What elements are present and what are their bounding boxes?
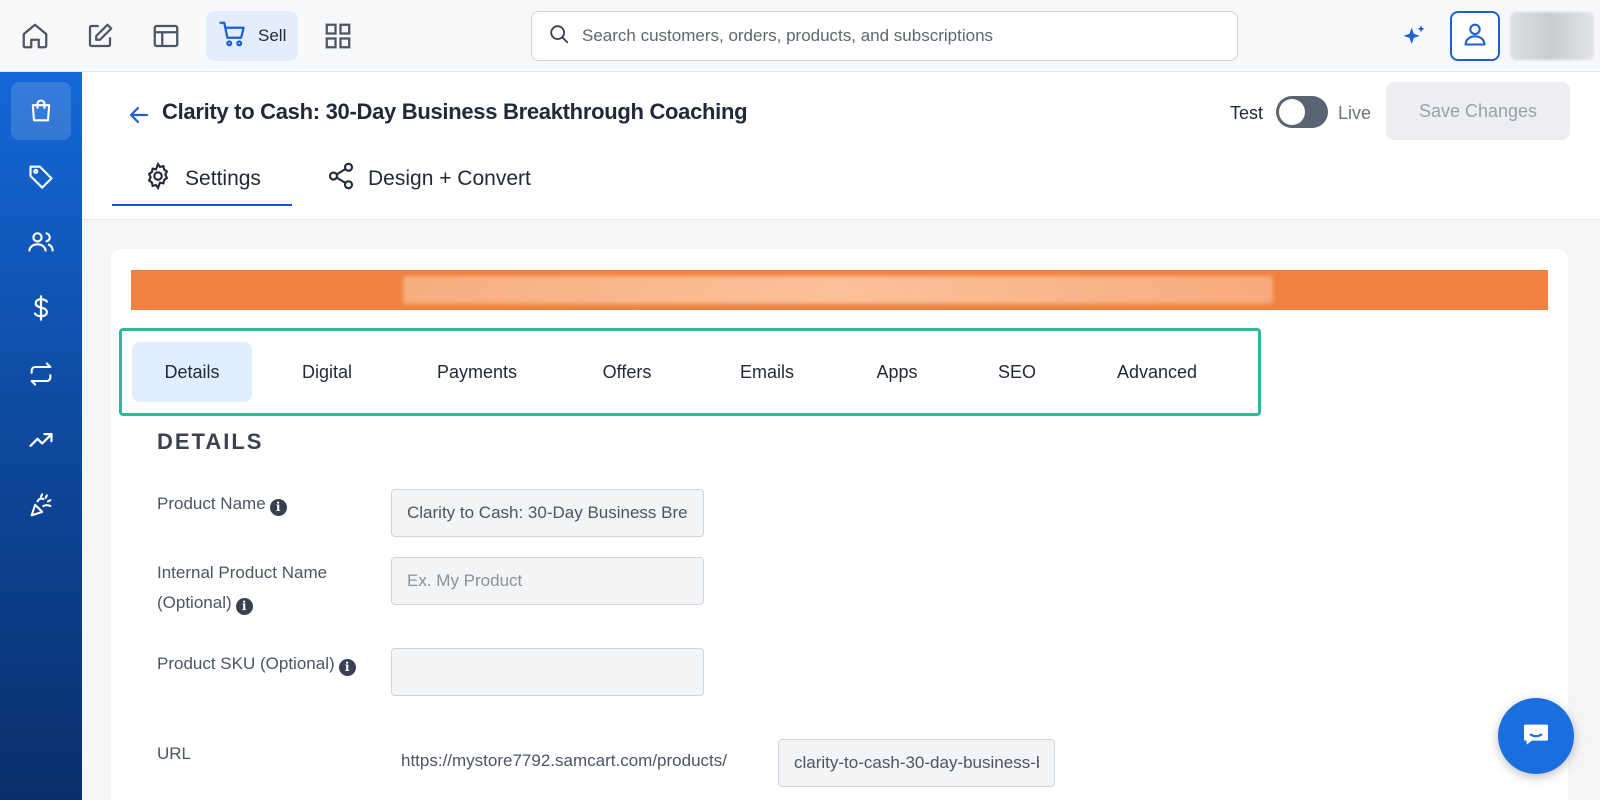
sell-button[interactable]: Sell — [206, 11, 298, 61]
page-title: Clarity to Cash: 30-Day Business Breakth… — [162, 99, 748, 124]
global-search[interactable] — [531, 11, 1238, 61]
subtab-offers[interactable]: Offers — [572, 342, 682, 402]
back-arrow-icon[interactable] — [124, 100, 154, 130]
products-icon[interactable] — [11, 82, 71, 140]
sku-label: Product SKU (Optional) i — [157, 649, 357, 679]
user-icon — [1461, 20, 1489, 53]
product-name-label: Product Name i — [157, 489, 357, 519]
cart-icon — [218, 19, 248, 54]
test-live-toggle[interactable] — [1276, 96, 1328, 128]
apps-grid-icon[interactable] — [316, 14, 360, 58]
info-icon[interactable]: i — [235, 597, 253, 615]
tab-settings-label: Settings — [185, 167, 261, 190]
share-icon — [326, 161, 356, 197]
url-prefix: https://mystore7792.samcart.com/products… — [401, 751, 727, 770]
product-subtabs: Details Digital Payments Offers Emails A… — [119, 328, 1261, 416]
subtab-apps[interactable]: Apps — [847, 342, 947, 402]
sell-label: Sell — [258, 26, 287, 45]
side-nav — [0, 72, 82, 800]
customers-icon[interactable] — [11, 213, 71, 271]
subscriptions-icon[interactable] — [11, 345, 71, 403]
section-title: DETAILS — [157, 429, 264, 454]
product-name-label-text: Product Name — [157, 494, 266, 513]
tag-icon[interactable] — [11, 147, 71, 205]
internal-name-label: Internal Product Name (Optional) i — [157, 558, 357, 618]
layout-icon[interactable] — [144, 14, 188, 58]
internal-name-input[interactable] — [391, 557, 704, 605]
info-icon[interactable]: i — [338, 658, 356, 676]
chat-icon — [1520, 718, 1552, 755]
subtab-details[interactable]: Details — [132, 342, 252, 402]
avatar[interactable] — [1510, 12, 1594, 60]
subtab-digital[interactable]: Digital — [272, 342, 382, 402]
save-changes-button[interactable]: Save Changes — [1386, 82, 1570, 140]
tab-design-convert[interactable]: Design + Convert — [326, 154, 531, 204]
subtab-payments[interactable]: Payments — [412, 342, 542, 402]
sku-label-text: Product SKU (Optional) — [157, 654, 335, 673]
marketing-icon[interactable] — [11, 477, 71, 535]
toggle-knob — [1279, 99, 1305, 125]
chat-button[interactable] — [1498, 698, 1574, 774]
url-slug-input[interactable] — [778, 739, 1055, 787]
info-icon[interactable]: i — [269, 498, 287, 516]
subtab-seo[interactable]: SEO — [972, 342, 1062, 402]
analytics-icon[interactable] — [11, 411, 71, 469]
top-bar: Sell — [0, 0, 1600, 72]
profile-button[interactable] — [1450, 11, 1500, 61]
sparkle-icon[interactable] — [1396, 20, 1432, 54]
details-card: Details Digital Payments Offers Emails A… — [111, 249, 1568, 800]
gear-icon — [143, 161, 173, 197]
search-input[interactable] — [582, 26, 1222, 46]
sku-input[interactable] — [391, 648, 704, 696]
tab-design-convert-label: Design + Convert — [368, 167, 531, 190]
test-mode-label: Test — [1230, 103, 1264, 123]
url-label: URL — [157, 744, 192, 763]
search-icon — [548, 23, 570, 50]
subtab-advanced[interactable]: Advanced — [1082, 342, 1232, 402]
subtab-emails[interactable]: Emails — [707, 342, 827, 402]
edit-icon[interactable] — [78, 14, 122, 58]
product-name-input[interactable] — [391, 489, 704, 537]
tab-settings[interactable]: Settings — [112, 154, 292, 206]
status-banner — [131, 270, 1548, 310]
product-header: Clarity to Cash: 30-Day Business Breakth… — [82, 72, 1600, 220]
banner-redacted-text — [403, 276, 1273, 304]
home-icon[interactable] — [13, 14, 57, 58]
live-mode-label: Live — [1338, 103, 1372, 123]
dollar-icon[interactable] — [11, 279, 71, 337]
